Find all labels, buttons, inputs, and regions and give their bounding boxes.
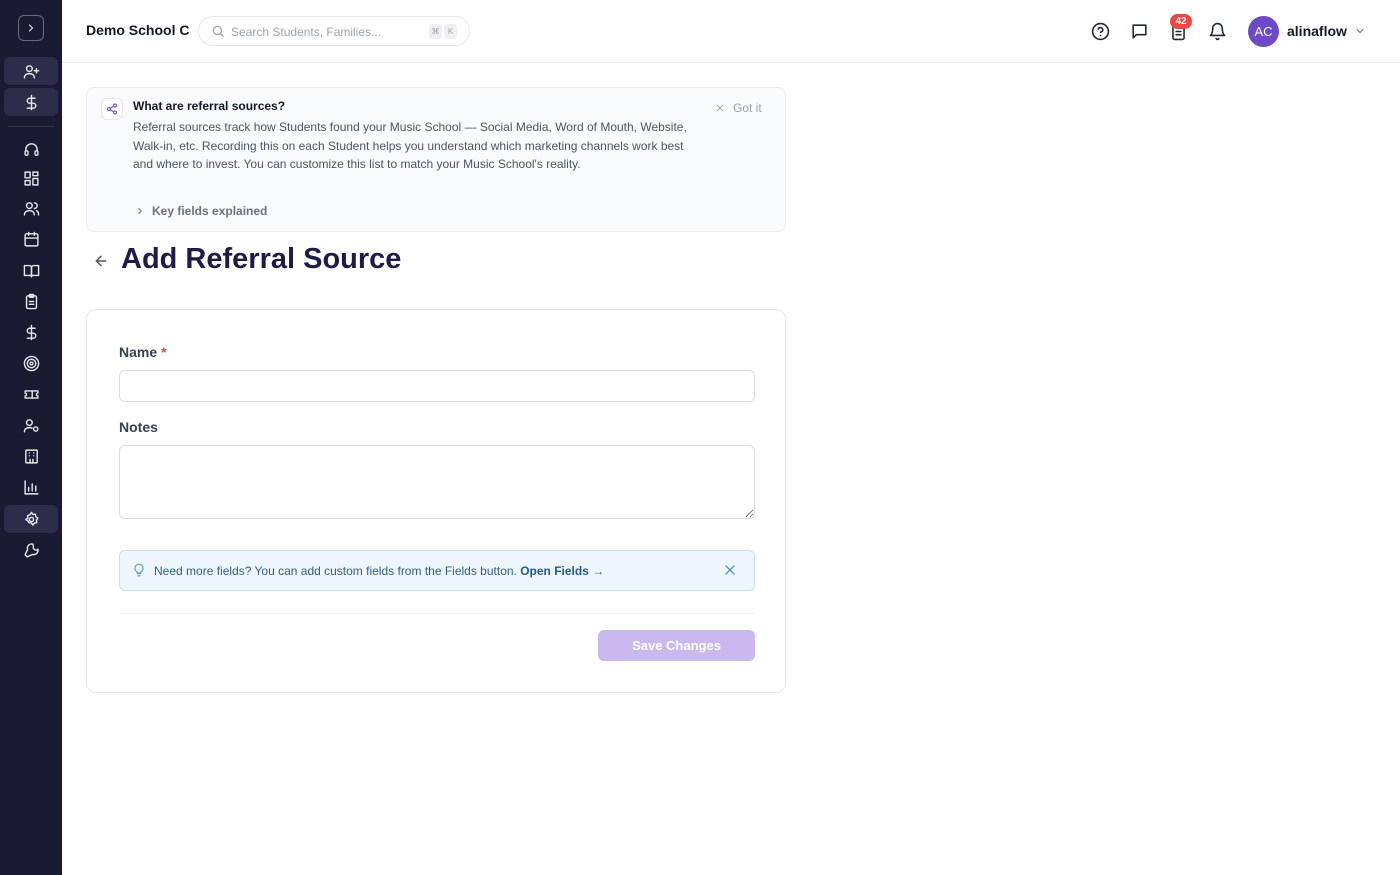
bar-chart-icon xyxy=(23,479,39,495)
back-button[interactable] xyxy=(92,252,110,270)
sidebar-item-lessons[interactable] xyxy=(4,256,58,284)
form-divider xyxy=(119,613,755,614)
key-fields-label: Key fields explained xyxy=(152,204,268,218)
sidebar-item-goals[interactable] xyxy=(4,349,58,377)
headset-icon xyxy=(23,142,39,156)
info-body: Referral sources track how Students foun… xyxy=(133,120,687,171)
notes-textarea[interactable] xyxy=(119,445,755,519)
clipboard-icon xyxy=(25,293,37,309)
sidebar-item-tools[interactable] xyxy=(4,536,58,564)
tip-message: Need more fields? You can add custom fie… xyxy=(154,564,517,578)
school-name[interactable]: Demo School C xyxy=(86,22,189,38)
name-label-text: Name xyxy=(119,344,158,360)
add-user-icon xyxy=(23,64,39,79)
book-icon xyxy=(23,264,39,278)
close-icon xyxy=(716,104,724,112)
dollar-icon xyxy=(26,94,36,110)
sidebar-item-students[interactable] xyxy=(4,194,58,222)
ticket-icon xyxy=(23,389,39,399)
custom-fields-tip: Need more fields? You can add custom fie… xyxy=(119,550,755,591)
sidebar-item-reports[interactable] xyxy=(4,473,58,501)
target-icon xyxy=(23,355,39,371)
sidebar-item-staff[interactable] xyxy=(4,411,58,439)
required-asterisk: * xyxy=(161,344,167,360)
notes-field-label: Notes xyxy=(119,419,158,435)
tip-text: Need more fields? You can add custom fie… xyxy=(154,564,604,578)
top-bar: Demo School C ⌘ K 42 AC alinaflow xyxy=(62,0,1400,63)
avatar[interactable]: AC xyxy=(1248,16,1279,47)
sidebar-item-dashboard[interactable] xyxy=(4,164,58,192)
shortcut-key-cmd: ⌘ xyxy=(429,24,442,39)
tasks-count-badge: 42 xyxy=(1170,14,1192,29)
page-title: Add Referral Source xyxy=(121,243,402,275)
sidebar-item-settings[interactable] xyxy=(4,505,58,533)
wrench-icon xyxy=(23,542,39,558)
chevron-right-icon xyxy=(28,24,34,32)
sidebar xyxy=(0,0,62,875)
gear-icon xyxy=(24,511,39,526)
referral-source-form: Name * Notes Need more fields? You can a… xyxy=(86,309,786,693)
search-icon xyxy=(212,25,224,37)
dashboard-icon xyxy=(23,170,39,186)
messages-button[interactable] xyxy=(1128,20,1150,42)
building-icon xyxy=(24,448,38,464)
notifications-button[interactable] xyxy=(1206,20,1228,42)
sidebar-item-locations[interactable] xyxy=(4,442,58,470)
message-icon xyxy=(1131,23,1147,39)
info-title: What are referral sources? xyxy=(133,99,286,113)
share-icon xyxy=(106,103,118,115)
save-changes-button[interactable]: Save Changes xyxy=(598,630,755,661)
search-box[interactable]: ⌘ K xyxy=(198,16,470,46)
info-icon-box xyxy=(101,98,123,120)
arrow-left-icon xyxy=(95,255,107,267)
chevron-down-icon[interactable] xyxy=(1354,25,1366,37)
sidebar-item-tasks[interactable] xyxy=(4,287,58,315)
chevron-right-icon xyxy=(138,207,142,215)
got-it-button[interactable]: Got it xyxy=(715,101,762,115)
shortcut-key-k: K xyxy=(444,24,457,39)
expand-sidebar-button[interactable] xyxy=(18,15,44,41)
sidebar-item-events[interactable] xyxy=(4,380,58,408)
lightbulb-icon xyxy=(134,563,144,577)
name-field-label: Name * xyxy=(119,344,166,360)
dollar-icon xyxy=(26,324,36,340)
sidebar-item-add-user[interactable] xyxy=(4,57,58,85)
sidebar-item-billing[interactable] xyxy=(4,318,58,346)
sidebar-item-calendar[interactable] xyxy=(4,225,58,253)
name-input[interactable] xyxy=(119,370,755,402)
users-icon xyxy=(23,201,39,216)
open-fields-link[interactable]: Open Fields → xyxy=(520,564,604,578)
username[interactable]: alinaflow xyxy=(1287,23,1347,39)
close-icon[interactable] xyxy=(723,563,737,577)
help-circle-icon xyxy=(1091,22,1109,40)
search-input[interactable] xyxy=(231,22,421,42)
bell-icon xyxy=(1209,22,1225,40)
calendar-icon xyxy=(23,231,39,247)
help-button[interactable] xyxy=(1089,20,1111,42)
sidebar-item-support[interactable] xyxy=(4,135,58,163)
user-settings-icon xyxy=(23,418,39,433)
sidebar-item-payments[interactable] xyxy=(4,88,58,116)
key-fields-toggle[interactable]: Key fields explained xyxy=(135,204,267,218)
referral-info-card: What are referral sources? Referral sour… xyxy=(86,87,786,232)
sidebar-divider xyxy=(8,126,54,127)
got-it-label: Got it xyxy=(733,101,762,115)
